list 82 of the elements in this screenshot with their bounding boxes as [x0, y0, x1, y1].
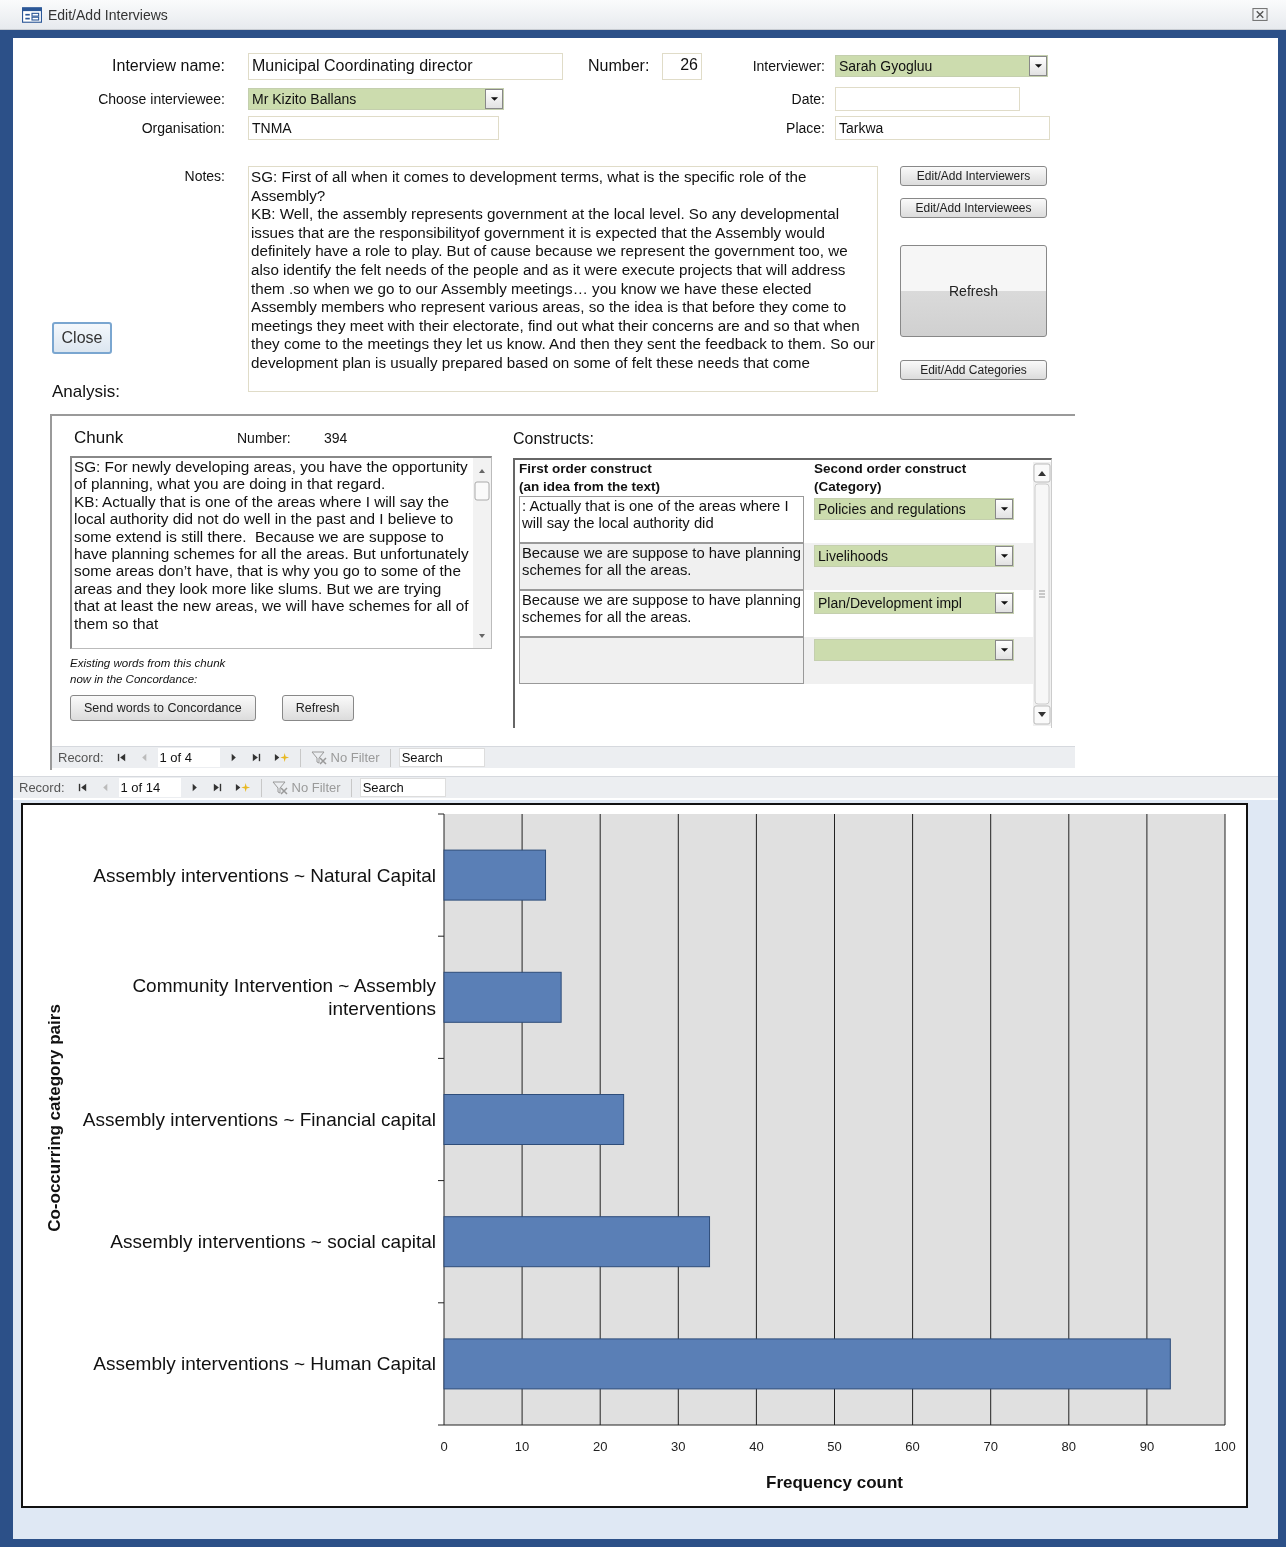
axis-tick-label: 40 — [749, 1439, 764, 1454]
dropdown-field[interactable] — [814, 639, 1014, 661]
field-label: Notes: — [184, 168, 225, 184]
chunk-text-field[interactable]: SG: For newly developing areas, you have the opportunity of planning, what you are doing in that regard. KB: Actually that is one of the areas where I will say the local authority did not do well in the past and I believe to some extend is still there. Because we are suppose to have planning schemes for all the areas. But unfortunately some areas don’t have, that is why you go to some of the areas and they look more like slums. But we are trying that at least the new areas, we will have schemes for all of them so that — [70, 456, 492, 649]
chunk-number: 394 — [324, 430, 348, 446]
new-record-icon[interactable] — [234, 782, 251, 793]
chunk-label: Chunk — [73, 428, 125, 448]
dropdown-field[interactable]: Mr Kizito Ballans — [248, 88, 504, 110]
search-field[interactable]: Search — [359, 778, 446, 797]
axis-tick-label: 20 — [592, 1439, 608, 1454]
interview-name-field[interactable]: Municipal Coordinating director — [248, 52, 563, 80]
axis-tick-label: 60 — [905, 1439, 920, 1454]
scrollbar[interactable] — [1033, 462, 1051, 726]
field-label: Number: — [237, 430, 292, 446]
search-field[interactable]: Search — [398, 748, 485, 767]
axis-tick-label: 100 — [1214, 1439, 1236, 1454]
caret-icon — [1033, 63, 1043, 69]
category-label: Assembly interventions ~ Natural Capital — [93, 863, 436, 887]
date-field[interactable] — [835, 87, 1020, 111]
first-record-icon[interactable] — [115, 752, 127, 763]
record-position-field[interactable]: 1 of 4 — [157, 748, 220, 767]
dropdown-field[interactable]: Plan/Development impl — [814, 592, 1014, 614]
last-record-icon[interactable] — [250, 752, 262, 763]
caret-icon — [999, 647, 1009, 653]
window-title: Edit/Add Interviews — [48, 6, 168, 23]
field-label: Date: — [790, 91, 825, 107]
field-label: Interview name: — [111, 57, 225, 75]
construct-text-field[interactable]: Because we are suppose to have planning schemes for all the areas. — [519, 543, 804, 590]
construct-text-field[interactable] — [519, 637, 804, 684]
caret-icon — [999, 600, 1009, 606]
axis-tick-label: 70 — [983, 1439, 998, 1454]
form-button[interactable]: Edit/Add Categories — [900, 359, 1047, 380]
axis-tick-label: 30 — [671, 1439, 686, 1454]
form-button[interactable]: Edit/Add Interviewers — [900, 166, 1047, 187]
record-position-field[interactable]: 1 of 14 — [118, 778, 181, 797]
organisation-field[interactable]: TNMA — [248, 116, 499, 140]
field-label: Place: — [785, 120, 825, 136]
field-label: Interviewer: — [751, 58, 825, 74]
notes-field[interactable]: SG: First of all when it comes to development terms, what is the specific role of the Assembly? KB: Well, the assembly represents government at the local level. So any developmental issues that are the responsibilityof government it is expected that the Assembly would definitely have a role to play. But of cause because we represent the government too, we also identify the felt needs of the people and as it were execute projects that will address them .so when we go to our Assembly meetings… you know we have these elected Assembly members who represent various areas, so the idea is that before they come to meetings they meet with their electorate, find out what their concerns are and so that when they come to the meetings they let us know. And then they sent the feedback to them. So our development plan is usually prepared based on some of felt these needs that come — [248, 166, 878, 392]
axis-tick-label: 50 — [827, 1439, 842, 1454]
column-header: Second order construct (Category) — [814, 460, 967, 496]
place-field[interactable]: Tarkwa — [835, 116, 1050, 140]
dropdown-field[interactable]: Sarah Gyogluu — [835, 55, 1048, 77]
axis-tick-label: 90 — [1139, 1439, 1155, 1454]
filter-icon — [310, 750, 327, 765]
constructs-label: Constructs: — [513, 430, 595, 449]
field-label: Organisation: — [140, 120, 225, 136]
column-header: First order construct (an idea from the text) — [519, 460, 662, 496]
construct-text-field[interactable]: Because we are suppose to have planning schemes for all the areas. — [519, 590, 804, 637]
last-record-icon[interactable] — [211, 782, 223, 793]
dropdown-field[interactable]: Livelihoods — [814, 545, 1014, 567]
chunk-button[interactable]: Refresh — [281, 695, 354, 721]
form-button[interactable]: Edit/Add Interviewees — [900, 198, 1047, 219]
concordance-caption: Existing words from this chunk now in the Concordance: — [70, 656, 227, 687]
record-label: Record: — [19, 780, 65, 795]
category-label: Assembly interventions ~ Human Capital — [93, 1352, 436, 1376]
dropdown-field[interactable]: Policies and regulations — [814, 498, 1014, 520]
axis-tick-label: 10 — [514, 1439, 530, 1454]
scrollbar[interactable] — [473, 458, 491, 648]
form-icon — [22, 6, 42, 23]
number-field[interactable]: 26 — [662, 52, 702, 80]
chunk-button[interactable]: Send words to Concordance — [70, 695, 256, 721]
x-axis-title: Frequency count — [766, 1473, 903, 1492]
section-label: Analysis: — [52, 382, 121, 402]
close-button[interactable]: Close — [52, 322, 112, 354]
caret-icon — [999, 553, 1009, 559]
axis-tick-label: 0 — [440, 1439, 448, 1454]
record-label: Record: — [58, 750, 104, 765]
caret-icon — [999, 506, 1009, 512]
construct-text-field[interactable]: : Actually that is one of the areas where I will say the local authority did — [519, 496, 804, 543]
filter-icon — [271, 780, 288, 795]
category-label: Assembly interventions ~ social capital — [110, 1230, 436, 1254]
form-button[interactable]: Refresh — [900, 245, 1047, 337]
field-label: Choose interviewee: — [97, 91, 225, 107]
y-axis-title: Co-occurring category pairs — [45, 1004, 64, 1232]
new-record-icon[interactable] — [273, 752, 290, 763]
field-label: Number: — [588, 57, 651, 75]
caret-icon — [489, 96, 499, 102]
axis-tick-label: 80 — [1061, 1439, 1077, 1454]
category-label: Assembly interventions ~ Financial capital — [82, 1108, 436, 1131]
first-record-icon[interactable] — [76, 782, 88, 793]
close-icon[interactable] — [1252, 8, 1268, 21]
